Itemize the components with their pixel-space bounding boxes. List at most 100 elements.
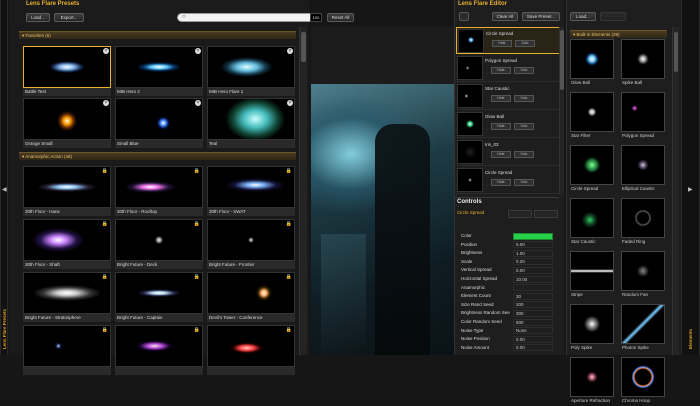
solo-button[interactable]: Solo <box>514 151 534 158</box>
editor-scrollbar[interactable] <box>559 27 564 195</box>
preset-tile[interactable]: × Battle Test <box>23 46 111 97</box>
controls-toggle-1[interactable] <box>508 210 532 218</box>
reset-all-button[interactable]: Reset All <box>327 13 354 22</box>
solo-button[interactable]: Solo <box>514 95 534 102</box>
solo-button[interactable]: Solo <box>514 179 534 186</box>
remove-favorite-icon[interactable]: × <box>287 100 293 106</box>
editor-element-row[interactable]: Circle Spread Hide Solo <box>456 27 560 54</box>
builtin-section-header[interactable]: ▾ Built-in Elements (29) <box>570 30 667 38</box>
solo-button[interactable]: Solo <box>514 67 534 74</box>
editor-element-row[interactable]: Glow Ball Hide Solo <box>456 111 560 138</box>
editor-element-row[interactable]: Star Caustic Hide Solo <box>456 83 560 110</box>
control-row: Noise Type None <box>456 327 560 335</box>
builtin-element-tile[interactable]: Aperture Refraction <box>570 357 614 406</box>
preset-tile[interactable]: × Teal <box>207 98 295 149</box>
control-value[interactable]: 500 <box>513 318 553 326</box>
favorites-section-header[interactable]: ▾ Favorites (6) <box>19 31 296 39</box>
builtin-element-tile[interactable]: Star Filter <box>570 92 614 141</box>
preset-tile[interactable]: 🔒 Bright Future - Deck <box>115 219 203 270</box>
builtin-element-tile[interactable]: Glow Ball <box>570 39 614 88</box>
editor-options-button[interactable] <box>459 12 469 21</box>
builtin-element-tile[interactable]: Polygon Spread <box>621 92 665 141</box>
preset-tile[interactable]: 🔒 Bright Future - Captain <box>115 272 203 323</box>
controls-toggle-2[interactable] <box>534 210 558 218</box>
preset-tile[interactable]: 🔒 30th Floor - Rooftop <box>115 166 203 217</box>
remove-favorite-icon[interactable]: × <box>103 48 109 54</box>
builtin-load-button[interactable]: Load... <box>570 12 596 21</box>
control-value[interactable]: 0.00 <box>513 241 553 249</box>
editor-scroll-thumb[interactable] <box>560 30 564 90</box>
builtin-element-tile[interactable]: Chroma Hoop <box>621 357 665 406</box>
hide-button[interactable]: Hide <box>491 67 511 74</box>
control-value[interactable]: 300 <box>513 309 553 317</box>
hide-button[interactable]: Hide <box>491 95 511 102</box>
preset-tile[interactable]: 🔒 30th Floor - Hans <box>23 166 111 217</box>
elements-side-tab[interactable]: ▶ Elements <box>681 0 700 355</box>
editor-element-row[interactable]: Circle Spread Hide Solo <box>456 167 560 194</box>
builtin-element-tile[interactable]: Poly Spike <box>570 304 614 353</box>
builtin-element-tile[interactable]: Circle Spread <box>570 145 614 194</box>
hide-button[interactable]: Hide <box>492 40 512 47</box>
remove-favorite-icon[interactable]: × <box>103 100 109 106</box>
builtin-element-tile[interactable]: Elliptical Caustic <box>621 145 665 194</box>
control-value[interactable]: 0.00 <box>513 266 553 274</box>
control-value[interactable]: 200 <box>513 301 553 309</box>
preset-tile[interactable]: 🔒 Bright Future - Stratosphere <box>23 272 111 323</box>
preset-thumbnail <box>115 166 203 208</box>
remove-favorite-icon[interactable]: × <box>195 48 201 54</box>
builtin-element-tile[interactable]: Star Caustic <box>570 198 614 247</box>
presets-side-tab[interactable]: ◀ Lens Flare Presets <box>0 0 8 355</box>
hide-button[interactable]: Hide <box>491 151 511 158</box>
collapse-left-arrow-icon[interactable]: ◀ <box>2 186 7 193</box>
remove-favorite-icon[interactable]: × <box>195 100 201 106</box>
size-field[interactable]: 100 <box>310 13 322 22</box>
search-icon: ○ <box>182 14 186 20</box>
solo-button[interactable]: Solo <box>515 40 535 47</box>
builtin-element-tile[interactable]: Photon Spike <box>621 304 665 353</box>
preset-tile[interactable]: × Orange Small <box>23 98 111 149</box>
editor-element-row[interactable]: Polygon Spread Hide Solo <box>456 55 560 82</box>
preset-tile[interactable]: × MIB Hero Flare 1 <box>207 46 295 97</box>
control-value[interactable]: 0.00 <box>513 344 553 352</box>
remove-favorite-icon[interactable]: × <box>287 48 293 54</box>
collapse-right-arrow-icon[interactable]: ▶ <box>688 186 693 193</box>
load-button[interactable]: Load... <box>26 13 50 22</box>
export-button[interactable]: Export... <box>54 13 84 22</box>
anamorphic-section-header[interactable]: ▾ Anamorphic Action (48) <box>19 152 296 160</box>
builtin-element-tile[interactable]: Random Fan <box>621 251 665 300</box>
builtin-element-tile[interactable]: Spike Ball <box>621 39 665 88</box>
preset-tile[interactable]: 🔒 30th Floor - SWAT <box>207 166 295 217</box>
preset-tile[interactable]: 🔒 Bright Future - Frontier <box>207 219 295 270</box>
control-value[interactable]: None <box>513 327 553 335</box>
preset-tile[interactable]: 🔒 <box>207 325 295 376</box>
control-value[interactable] <box>513 284 553 292</box>
control-value[interactable] <box>513 232 553 240</box>
preview-viewport[interactable] <box>311 27 454 355</box>
presets-scrollbar[interactable] <box>299 27 307 355</box>
builtin-element-tile[interactable]: Stripe <box>570 251 614 300</box>
editor-element-row[interactable]: Iris_03 Hide Solo <box>456 139 560 166</box>
search-input[interactable]: ○ <box>177 13 317 22</box>
preset-tile[interactable]: × MIB Hero 2 <box>115 46 203 97</box>
preset-tile[interactable]: 🔒 <box>23 325 111 376</box>
builtin-element-tile[interactable]: Faded Ring <box>621 198 665 247</box>
control-value[interactable]: 0.20 <box>513 258 553 266</box>
controls-title: Controls <box>457 199 482 205</box>
hide-button[interactable]: Hide <box>491 123 511 130</box>
solo-button[interactable]: Solo <box>514 123 534 130</box>
builtin-disabled-button[interactable] <box>600 12 626 21</box>
builtin-scrollbar[interactable] <box>672 27 679 355</box>
preset-tile[interactable]: 🔒 30th Floor - Shaft <box>23 219 111 270</box>
control-value[interactable]: 10.00 <box>513 275 553 283</box>
control-value[interactable]: 30 <box>513 292 553 300</box>
save-preset-button[interactable]: Save Preset... <box>522 12 560 21</box>
preset-tile[interactable]: 🔒 <box>115 325 203 376</box>
preset-tile[interactable]: 🔒 Devil's Tower - Conference <box>207 272 295 323</box>
hide-button[interactable]: Hide <box>491 179 511 186</box>
builtin-scroll-thumb[interactable] <box>674 32 678 72</box>
clear-all-button[interactable]: Clear All <box>492 12 518 21</box>
control-value[interactable]: 1.00 <box>513 249 553 257</box>
presets-scroll-thumb[interactable] <box>301 32 306 62</box>
preset-tile[interactable]: × Small Blue <box>115 98 203 149</box>
control-value[interactable]: 0.00 <box>513 335 553 343</box>
